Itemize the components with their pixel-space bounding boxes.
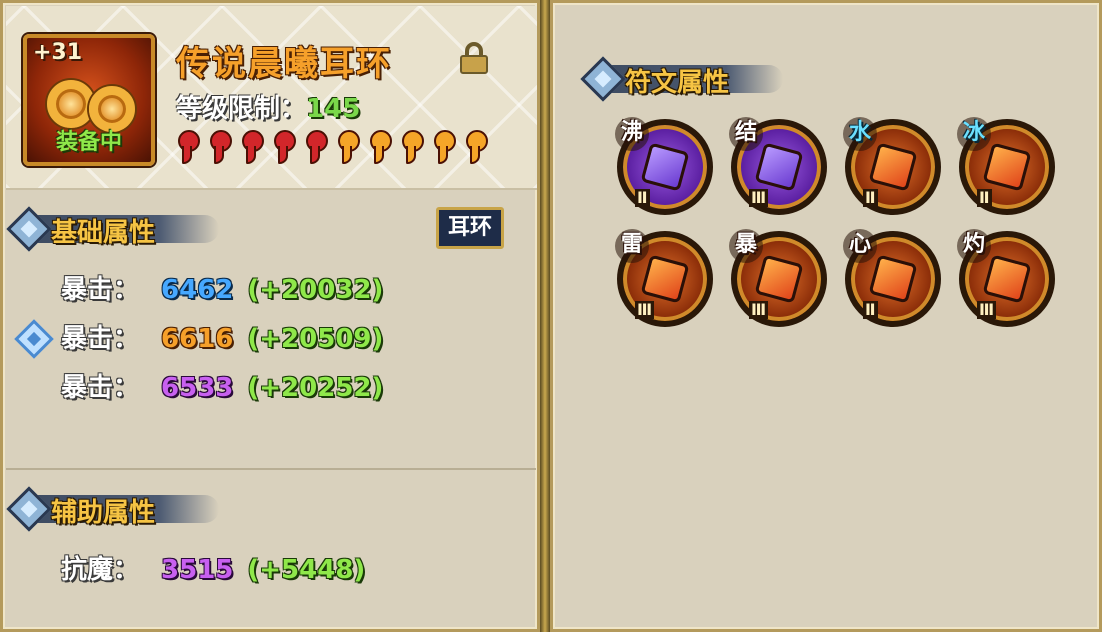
stat-value: 6616 [161, 324, 234, 354]
stat-label: 抗魔： [61, 555, 140, 585]
base-attributes-title: 基础属性 [51, 218, 156, 248]
rune-element-char: 灼 [957, 229, 991, 263]
stat-label: 暴击： [61, 275, 140, 305]
rune-slot[interactable]: 沸Ⅱ [615, 117, 713, 215]
rune-panel: 符文属性 沸Ⅱ结Ⅲ水Ⅱ冰Ⅱ雷Ⅲ暴Ⅲ心Ⅱ灼Ⅲ [550, 0, 1102, 632]
rune-icon [982, 142, 1032, 192]
stat-bonus: (+20509) [247, 324, 384, 354]
stat-label: 暴击： [61, 373, 140, 403]
rune-level: Ⅲ [635, 300, 655, 319]
rune-slot[interactable]: 结Ⅲ [729, 117, 827, 215]
rune-icon [640, 142, 690, 192]
rune-level: Ⅲ [749, 188, 769, 207]
star-icon [238, 128, 270, 168]
stat-bonus: (+5448) [247, 555, 366, 585]
rune-slot[interactable]: 水Ⅱ [843, 117, 941, 215]
star-rating [174, 128, 494, 168]
rune-attributes-header: 符文属性 [577, 56, 807, 102]
earring-icon [47, 80, 95, 128]
aux-attributes-title: 辅助属性 [51, 498, 156, 528]
selected-diamond-icon [14, 319, 54, 359]
rune-slot[interactable]: 暴Ⅲ [729, 229, 827, 327]
star-icon [174, 128, 206, 168]
equipped-label: 装备中 [55, 130, 122, 155]
section-divider [6, 468, 536, 470]
rune-element-char: 结 [729, 117, 763, 151]
star-icon [206, 128, 238, 168]
rune-level: Ⅱ [863, 188, 878, 207]
rune-level: Ⅱ [635, 188, 650, 207]
rune-element-char: 水 [843, 117, 877, 151]
stat-value: 6462 [161, 275, 234, 305]
rune-icon [754, 142, 804, 192]
rune-attributes-title: 符文属性 [625, 68, 730, 98]
rune-icon [982, 254, 1032, 304]
item-type-tag[interactable]: 耳环 [436, 207, 504, 249]
rune-slot[interactable]: 雷Ⅲ [615, 229, 713, 327]
item-header: +31 装备中 传说晨曦耳环 等级限制：145 [6, 6, 537, 190]
star-icon [302, 128, 334, 168]
base-attributes-header: 基础属性 [3, 206, 233, 252]
item-detail-panel: +31 装备中 传说晨曦耳环 等级限制：145 基础属性 耳环 暴击： 6462 (… [0, 0, 540, 632]
diamond-gem-icon [6, 486, 52, 532]
star-icon [398, 128, 430, 168]
rune-slot[interactable]: 冰Ⅱ [957, 117, 1055, 215]
aux-attributes-header: 辅助属性 [3, 486, 233, 532]
level-value: 145 [306, 94, 361, 124]
rune-element-char: 沸 [615, 117, 649, 151]
stat-bonus: (+20252) [247, 373, 384, 403]
stat-bonus: (+20032) [247, 275, 384, 305]
star-icon [334, 128, 366, 168]
rune-element-char: 心 [843, 229, 877, 263]
rune-slot[interactable]: 心Ⅱ [843, 229, 941, 327]
rune-icon [754, 254, 804, 304]
stat-row: 暴击： 6462 (+20032) [61, 269, 383, 306]
stat-row: 暴击： 6616 (+20509) [61, 318, 383, 355]
stat-value: 6533 [161, 373, 234, 403]
rune-slot[interactable]: 灼Ⅲ [957, 229, 1055, 327]
rune-level: Ⅱ [863, 300, 878, 319]
panel-divider [540, 0, 550, 632]
star-icon [462, 128, 494, 168]
earring-item-slot[interactable]: +31 装备中 [23, 34, 155, 166]
rune-level: Ⅲ [749, 300, 769, 319]
rune-icon [868, 142, 918, 192]
rune-element-char: 冰 [957, 117, 991, 151]
lock-icon[interactable] [460, 42, 488, 74]
stat-label: 暴击： [61, 324, 140, 354]
star-icon [270, 128, 302, 168]
diamond-gem-icon [580, 56, 626, 102]
star-icon [366, 128, 398, 168]
rune-icon [640, 254, 690, 304]
rune-level: Ⅲ [977, 300, 997, 319]
diamond-gem-icon [6, 206, 52, 252]
star-icon [430, 128, 462, 168]
level-requirement: 等级限制：145 [176, 88, 360, 125]
stat-row: 抗魔： 3515 (+5448) [61, 549, 365, 586]
rune-element-char: 暴 [729, 229, 763, 263]
rune-level: Ⅱ [977, 188, 992, 207]
rune-element-char: 雷 [615, 229, 649, 263]
stat-row: 暴击： 6533 (+20252) [61, 367, 383, 404]
enhance-level: +31 [33, 40, 83, 65]
stat-value: 3515 [161, 555, 234, 585]
rune-icon [868, 254, 918, 304]
item-name: 传说晨曦耳环 [176, 44, 392, 84]
level-label: 等级限制： [176, 94, 307, 124]
